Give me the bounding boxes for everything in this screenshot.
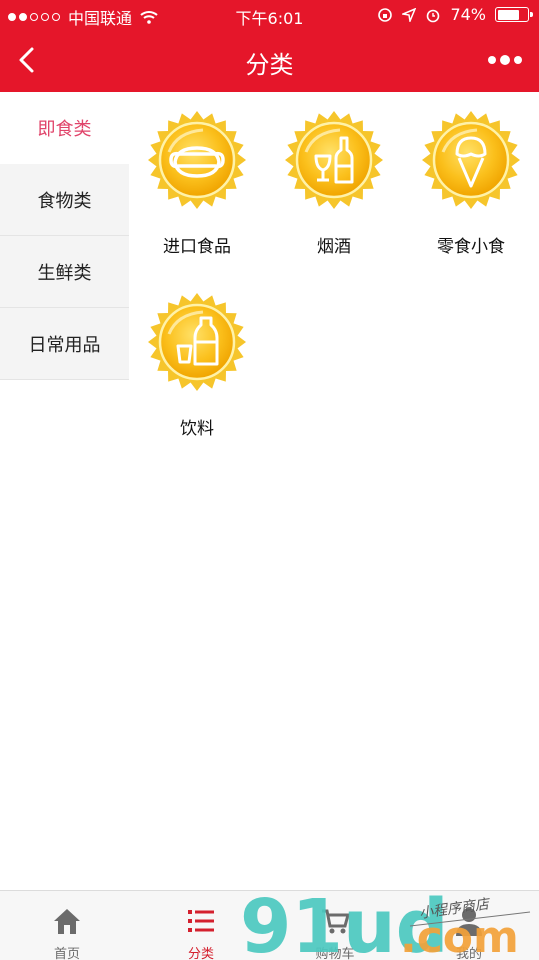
drink-bottle-icon bbox=[147, 292, 247, 392]
top-bar: 中国联通 下午6:01 74% 分类 bbox=[0, 0, 539, 92]
category-item[interactable]: 零食小食 bbox=[403, 92, 539, 262]
sidebar-item-instant-food[interactable]: 即食类 bbox=[0, 92, 129, 164]
cart-icon bbox=[322, 909, 350, 934]
category-item[interactable]: 烟酒 bbox=[266, 92, 402, 262]
more-button[interactable] bbox=[485, 50, 525, 70]
tab-bar: 首页 分类 购物车 我的 bbox=[0, 890, 539, 960]
user-icon bbox=[456, 908, 482, 936]
category-item[interactable]: 进口食品 bbox=[129, 92, 265, 262]
page-title: 分类 bbox=[245, 51, 294, 79]
tab-profile[interactable]: 我的 bbox=[402, 891, 536, 960]
home-icon bbox=[54, 909, 80, 934]
category-sidebar: 即食类 食物类 生鲜类 日常用品 bbox=[0, 92, 129, 380]
category-item[interactable]: 饮料 bbox=[129, 274, 265, 444]
tab-home[interactable]: 首页 bbox=[0, 891, 134, 960]
sidebar-item-daily-goods[interactable]: 日常用品 bbox=[0, 308, 129, 380]
category-label: 零食小食 bbox=[437, 237, 505, 257]
category-label: 进口食品 bbox=[163, 237, 231, 257]
nav-bar: 分类 bbox=[0, 30, 539, 92]
tab-label: 我的 bbox=[455, 947, 482, 960]
tab-label: 分类 bbox=[187, 947, 214, 960]
ice-cream-icon bbox=[421, 110, 521, 210]
tab-cart[interactable]: 购物车 bbox=[268, 891, 402, 960]
list-icon bbox=[188, 910, 214, 932]
sidebar-item-food[interactable]: 食物类 bbox=[0, 164, 129, 236]
more-dots-icon bbox=[488, 56, 496, 64]
battery-icon bbox=[495, 7, 533, 22]
tab-label: 购物车 bbox=[315, 947, 355, 960]
battery-fill bbox=[497, 9, 519, 20]
rotation-lock-icon bbox=[378, 7, 393, 22]
location-arrow-icon bbox=[402, 7, 417, 22]
hotdog-icon bbox=[147, 110, 247, 210]
status-bar: 中国联通 下午6:01 74% bbox=[0, 0, 539, 30]
status-right: 74% bbox=[377, 5, 533, 24]
battery-percent: 74% bbox=[450, 5, 486, 24]
sidebar-item-fresh[interactable]: 生鲜类 bbox=[0, 236, 129, 308]
alarm-icon bbox=[427, 9, 440, 22]
tab-category[interactable]: 分类 bbox=[134, 891, 268, 960]
category-label: 烟酒 bbox=[317, 237, 351, 257]
tab-label: 首页 bbox=[53, 947, 80, 960]
wine-bottle-icon bbox=[284, 110, 384, 210]
category-label: 饮料 bbox=[180, 419, 214, 439]
